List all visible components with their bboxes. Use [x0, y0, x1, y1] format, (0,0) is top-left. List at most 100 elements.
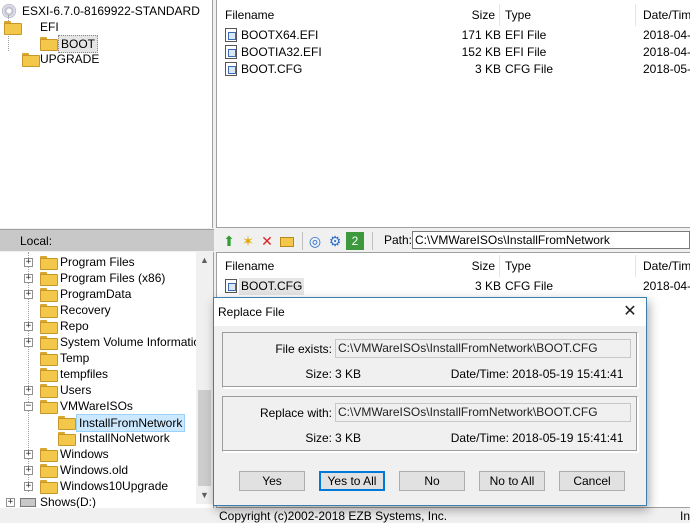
replacement-size-value: 3 KB: [335, 431, 362, 445]
local-label: Local:: [20, 234, 53, 248]
file-type: CFG File: [505, 279, 553, 293]
no-button[interactable]: No: [399, 471, 465, 491]
tree-item-tempfiles[interactable]: tempfiles: [0, 366, 196, 382]
expand-icon[interactable]: +: [24, 258, 33, 267]
refresh-icon[interactable]: 2: [346, 232, 364, 250]
column-header-type[interactable]: Type: [505, 255, 531, 277]
file-exists-label: File exists:: [275, 342, 332, 356]
file-row[interactable]: BOOTIA32.EFI 152 KB EFI File 2018-04-0: [225, 44, 690, 61]
file-row[interactable]: BOOT.CFG 3 KB CFG File 2018-05-1: [225, 61, 690, 78]
tree-item-programdata[interactable]: + ProgramData: [0, 286, 196, 302]
tree-item-system-volume-information[interactable]: + System Volume Information: [0, 334, 207, 350]
expand-icon[interactable]: +: [24, 466, 33, 475]
scroll-down-icon[interactable]: ▼: [196, 487, 213, 504]
folder-icon: [40, 256, 58, 270]
tree-item-temp[interactable]: Temp: [0, 350, 196, 366]
globe-icon[interactable]: ◎: [306, 232, 324, 250]
column-separator: [499, 4, 500, 26]
tree-item-installfromnetwork[interactable]: InstallFromNetwork: [0, 414, 196, 432]
file-date: 2018-04-0: [643, 45, 690, 59]
tree-item-upgrade[interactable]: UPGRADE: [2, 51, 202, 67]
file-icon: [225, 28, 237, 42]
scroll-up-icon[interactable]: ▲: [196, 252, 213, 269]
file-type: CFG File: [505, 62, 553, 76]
tree-item-label: Shows(D:): [40, 495, 97, 508]
column-header-date[interactable]: Date/Time: [643, 255, 690, 277]
cancel-button[interactable]: Cancel: [559, 471, 625, 491]
file-row[interactable]: BOOTX64.EFI 171 KB EFI File 2018-04-0: [225, 27, 690, 44]
remote-tree-panel: ESXI-6.7.0-8169922-STANDARD EFI BOOT UPG…: [0, 0, 213, 228]
expand-icon[interactable]: +: [6, 498, 15, 507]
tree-scrollbar[interactable]: ▲ ▼: [196, 252, 213, 504]
folder-icon: [22, 53, 40, 67]
column-header-type[interactable]: Type: [505, 4, 531, 26]
path-label: Path:: [384, 233, 413, 247]
close-icon[interactable]: ✕: [614, 298, 646, 326]
tree-item-label: System Volume Information: [60, 335, 207, 349]
folder-icon: [4, 21, 22, 35]
file-size: 3 KB: [474, 62, 501, 76]
tree-item-efi[interactable]: EFI: [2, 15, 202, 51]
expand-icon[interactable]: +: [24, 290, 33, 299]
no-to-all-button[interactable]: No to All: [479, 471, 545, 491]
replace-with-label: Replace with:: [259, 406, 332, 420]
file-icon: [225, 62, 237, 76]
file-icon: [225, 279, 237, 293]
column-header-size[interactable]: Size: [471, 255, 495, 277]
file-date: 2018-05-1: [643, 62, 690, 76]
up-folder-icon[interactable]: ⬆: [220, 232, 238, 250]
folder-icon: [40, 288, 58, 302]
file-date: 2018-04-0: [643, 28, 690, 42]
replace-file-dialog: Replace File ✕ File exists: C:\VMWareISO…: [213, 297, 647, 506]
tree-item-boot[interactable]: BOOT: [2, 35, 202, 53]
tree-item-label: Windows10Upgrade: [60, 479, 169, 493]
expand-icon[interactable]: +: [24, 386, 33, 395]
tree-item-label: InstallNoNetwork: [79, 431, 170, 445]
column-header-date[interactable]: Date/Time: [643, 4, 690, 26]
tree-item-installnonetwork[interactable]: InstallNoNetwork: [0, 430, 196, 446]
folder-icon: [40, 304, 58, 318]
local-toolbar: ⬆ ✶ ✕ ◎ ⚙ 2 Path: C:\VMWareISOs\InstallF…: [216, 229, 690, 251]
tree-item-iso-root[interactable]: ESXI-6.7.0-8169922-STANDARD: [2, 3, 202, 19]
rename-icon[interactable]: [278, 232, 296, 250]
path-input[interactable]: C:\VMWareISOs\InstallFromNetwork: [412, 231, 690, 249]
folder-icon: [40, 37, 58, 51]
column-header-filename[interactable]: Filename: [225, 4, 274, 26]
column-header-filename[interactable]: Filename: [225, 255, 274, 277]
expand-icon[interactable]: +: [24, 322, 33, 331]
dialog-title-bar[interactable]: Replace File ✕: [214, 298, 646, 326]
tree-item-repo[interactable]: + Repo: [0, 318, 196, 334]
file-row[interactable]: BOOT.CFG 3 KB CFG File 2018-04-0: [225, 278, 690, 295]
status-text: Copyright (c)2002-2018 EZB Systems, Inc.: [219, 509, 448, 523]
expand-icon[interactable]: +: [24, 274, 33, 283]
toolbar-separator: [372, 232, 373, 250]
replacement-file-group: Replace with: C:\VMWareISOs\InstallFromN…: [222, 396, 638, 452]
local-label-bar: Local:: [0, 229, 214, 251]
collapse-icon[interactable]: −: [24, 402, 33, 411]
tree-item-recovery[interactable]: Recovery: [0, 302, 196, 318]
tree-item-shows-drive[interactable]: + Shows(D:): [0, 494, 196, 508]
scroll-thumb[interactable]: [198, 390, 211, 486]
yes-button[interactable]: Yes: [239, 471, 305, 491]
tree-item-users[interactable]: + Users: [0, 382, 196, 398]
expand-icon[interactable]: +: [24, 482, 33, 491]
file-name: BOOT.CFG: [239, 278, 305, 295]
column-header-size[interactable]: Size: [471, 4, 495, 26]
gear-icon[interactable]: ⚙: [326, 232, 344, 250]
yes-to-all-button[interactable]: Yes to All: [319, 471, 385, 491]
tree-item-program-files[interactable]: + Program Files: [0, 254, 196, 270]
tree-item-vmwareisos[interactable]: − VMWareISOs: [0, 398, 196, 414]
drive-icon: [20, 498, 36, 507]
tree-item-windows-old[interactable]: + Windows.old: [0, 462, 196, 478]
disc-icon: [2, 4, 16, 18]
expand-icon[interactable]: +: [24, 450, 33, 459]
delete-icon[interactable]: ✕: [258, 232, 276, 250]
tree-item-windows10upgrade[interactable]: + Windows10Upgrade: [0, 478, 196, 494]
expand-icon[interactable]: +: [24, 338, 33, 347]
tree-item-windows[interactable]: + Windows: [0, 446, 196, 462]
folder-icon: [40, 336, 58, 350]
replacement-date-label: Date/Time:: [450, 431, 509, 445]
tree-item-program-files-x86[interactable]: + Program Files (x86): [0, 270, 196, 286]
tree-item-label: EFI: [40, 20, 59, 34]
new-folder-icon[interactable]: ✶: [239, 232, 257, 250]
